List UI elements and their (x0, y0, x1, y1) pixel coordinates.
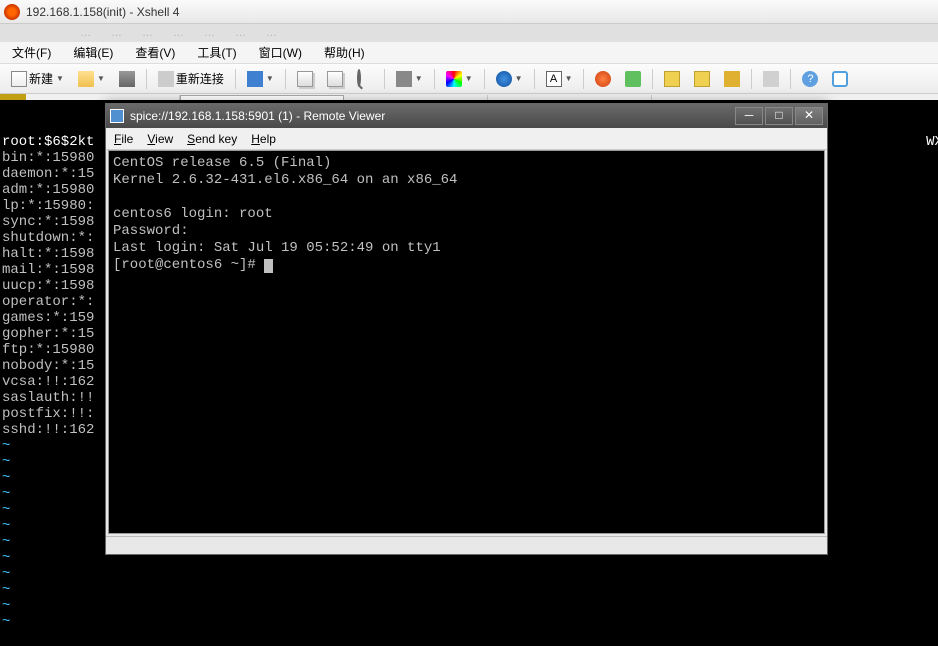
minimize-button[interactable]: ─ (735, 107, 763, 125)
pencil-icon (119, 71, 135, 87)
app-title: 192.168.1.158(init) - Xshell 4 (26, 5, 179, 19)
toolbar: 新建▼ ▼ 重新连接 ▼ ▼ ▼ ▼ A▼ ? (0, 64, 938, 94)
menu-tools[interactable]: 工具(T) (193, 42, 240, 63)
separator (484, 69, 485, 89)
document-icon (11, 71, 27, 87)
remote-viewer-titlebar[interactable]: spice://192.168.1.158:5901 (1) - Remote … (106, 104, 827, 128)
remote-viewer-title: spice://192.168.1.158:5901 (1) - Remote … (130, 109, 733, 123)
separator (384, 69, 385, 89)
help-button[interactable]: ? (797, 68, 823, 90)
rv-menu-file[interactable]: File (114, 132, 133, 146)
menubar: 文件(F) 编辑(E) 查看(V) 工具(T) 窗口(W) 帮助(H) (0, 42, 938, 64)
chevron-down-icon: ▼ (97, 74, 105, 83)
chevron-down-icon: ▼ (415, 74, 423, 83)
remote-viewer-menubar: File View Send key Help (106, 128, 827, 150)
encoding-button[interactable]: ▼ (491, 68, 528, 90)
lock-button[interactable] (719, 68, 745, 90)
remote-viewer-statusbar (106, 536, 827, 554)
copy-icon (297, 71, 313, 87)
lock-icon (724, 71, 740, 87)
rv-menu-view[interactable]: View (147, 132, 173, 146)
menu-edit[interactable]: 编辑(E) (69, 42, 117, 63)
green-icon (625, 71, 641, 87)
menu-window[interactable]: 窗口(W) (255, 42, 306, 63)
monitor-icon (110, 109, 124, 123)
colorscheme-button[interactable]: ▼ (441, 68, 478, 90)
cursor (264, 259, 273, 273)
reconnect-button[interactable]: 重新连接 (153, 68, 229, 90)
font-icon: A (546, 71, 562, 87)
rv-menu-help[interactable]: Help (251, 132, 276, 146)
snail-icon (595, 71, 611, 87)
paperclip-icon (763, 71, 779, 87)
attach-button[interactable] (758, 68, 784, 90)
chevron-down-icon: ▼ (465, 74, 473, 83)
chevron-down-icon: ▼ (565, 74, 573, 83)
paste-button[interactable] (322, 68, 348, 90)
separator (583, 69, 584, 89)
grid1-button[interactable] (659, 68, 685, 90)
separator (790, 69, 791, 89)
app-titlebar: 192.168.1.158(init) - Xshell 4 (0, 0, 938, 24)
search-icon (357, 71, 373, 87)
color-icon (446, 71, 462, 87)
print-button[interactable]: ▼ (391, 68, 428, 90)
maximize-button[interactable]: □ (765, 107, 793, 125)
separator (285, 69, 286, 89)
separator (751, 69, 752, 89)
separator (534, 69, 535, 89)
menu-file[interactable]: 文件(F) (8, 42, 55, 63)
grid-icon (664, 71, 680, 87)
grid-icon (694, 71, 710, 87)
background-browser-tabs: ………………… (0, 24, 938, 42)
new-button[interactable]: 新建▼ (6, 68, 69, 90)
separator (434, 69, 435, 89)
copy-button[interactable] (292, 68, 318, 90)
globe-icon (496, 71, 512, 87)
xftp-button[interactable] (590, 68, 616, 90)
chevron-down-icon: ▼ (515, 74, 523, 83)
paste-icon (327, 71, 343, 87)
grid2-button[interactable] (689, 68, 715, 90)
menu-view[interactable]: 查看(V) (131, 42, 179, 63)
remote-viewer-terminal[interactable]: CentOS release 6.5 (Final) Kernel 2.6.32… (108, 150, 825, 534)
link-icon (158, 71, 174, 87)
separator (652, 69, 653, 89)
close-button[interactable]: ✕ (795, 107, 823, 125)
separator (235, 69, 236, 89)
chevron-down-icon: ▼ (266, 74, 274, 83)
help-icon: ? (802, 71, 818, 87)
properties-button[interactable] (114, 68, 140, 90)
open-button[interactable]: ▼ (73, 68, 110, 90)
rv-menu-sendkey[interactable]: Send key (187, 132, 237, 146)
clipboard-button[interactable]: ▼ (242, 68, 279, 90)
feedback-button[interactable] (827, 68, 853, 90)
print-icon (396, 71, 412, 87)
bubble-icon (832, 71, 848, 87)
chevron-down-icon: ▼ (56, 74, 64, 83)
app-icon (4, 4, 20, 20)
font-button[interactable]: A▼ (541, 68, 578, 90)
separator (146, 69, 147, 89)
search-button[interactable] (352, 68, 378, 90)
script-button[interactable] (620, 68, 646, 90)
folder-icon (78, 71, 94, 87)
clipboard-icon (247, 71, 263, 87)
remote-viewer-window: spice://192.168.1.158:5901 (1) - Remote … (105, 103, 828, 555)
menu-help[interactable]: 帮助(H) (320, 42, 369, 63)
